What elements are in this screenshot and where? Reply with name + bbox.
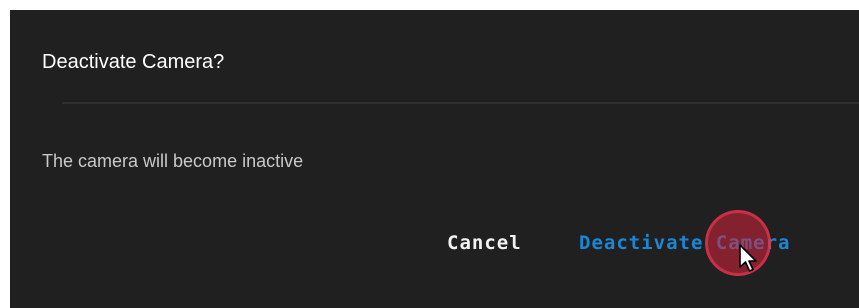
dialog-message: The camera will become inactive: [42, 151, 304, 171]
deactivate-camera-dialog: Deactivate Camera? The camera will becom…: [10, 10, 859, 308]
dialog-divider: [62, 102, 859, 104]
cancel-button[interactable]: Cancel: [447, 230, 522, 256]
deactivate-camera-button[interactable]: Deactivate Camera: [579, 230, 790, 256]
dialog-title: Deactivate Camera?: [42, 51, 225, 73]
